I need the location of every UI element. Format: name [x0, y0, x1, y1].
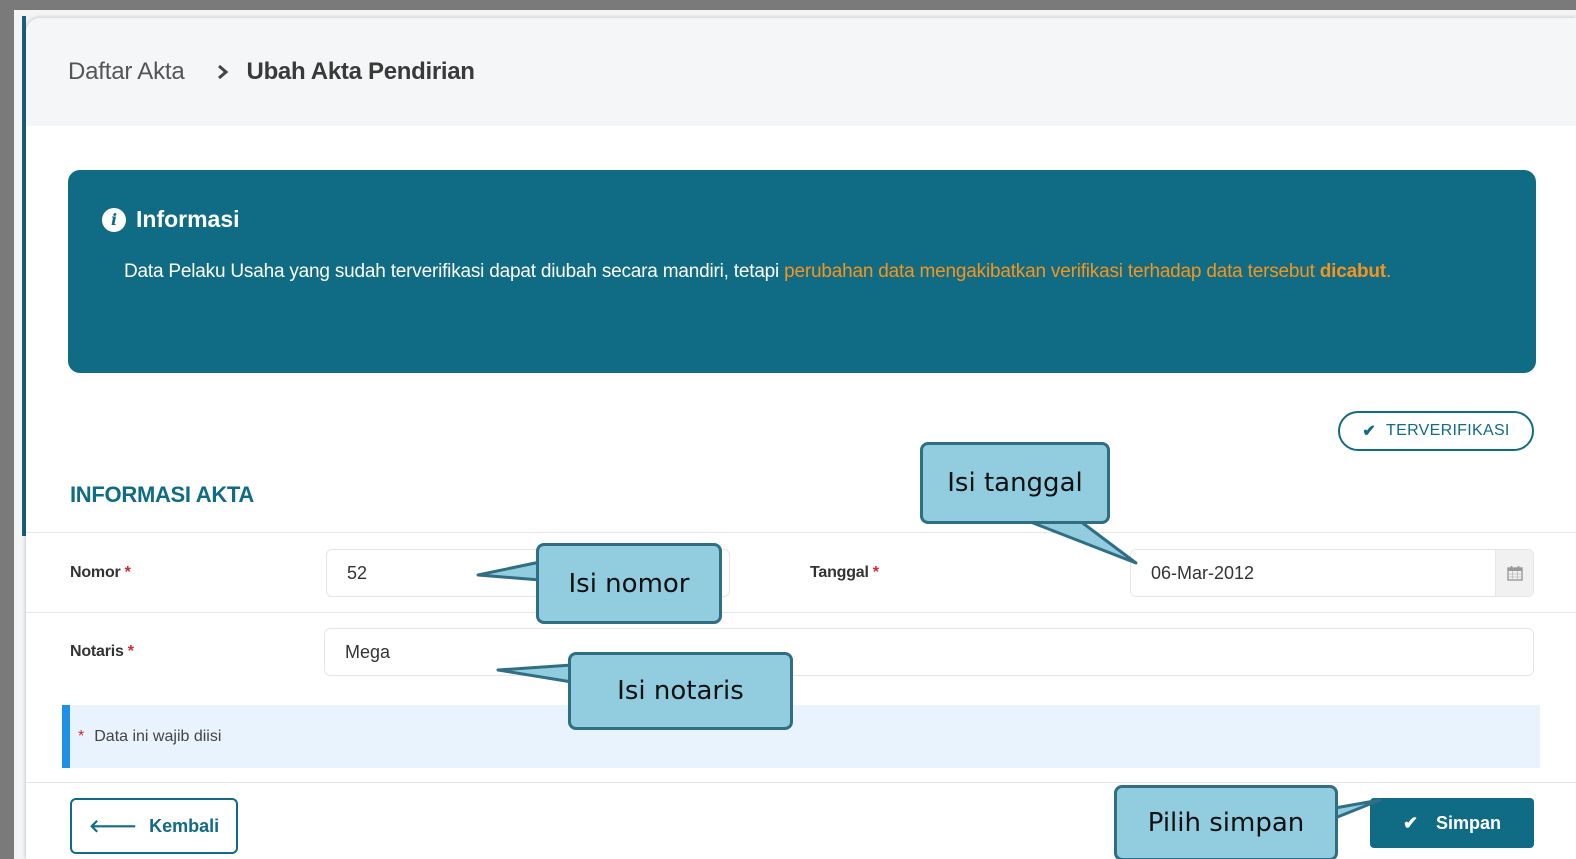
required-star: *	[78, 727, 85, 745]
back-button[interactable]: 🡐 Kembali	[70, 798, 238, 854]
page-header: Daftar Akta Ubah Akta Pendirian	[26, 18, 1576, 126]
check-icon: ✔	[1362, 423, 1377, 440]
info-text-warning: perubahan data mengakibatkan verifikasi …	[784, 261, 1320, 282]
breadcrumb-parent-link[interactable]: Daftar Akta	[68, 58, 185, 86]
calendar-icon[interactable]	[1495, 550, 1533, 596]
callout-nomor: Isi nomor	[536, 543, 722, 624]
divider	[26, 532, 1576, 533]
info-alert-title: i Informasi	[102, 206, 240, 233]
info-alert-text: Data Pelaku Usaha yang sudah terverifika…	[124, 256, 1484, 287]
required-fields-note: * Data ini wajib diisi	[62, 705, 1540, 768]
required-star: *	[127, 643, 134, 660]
required-star: *	[124, 564, 131, 581]
tanggal-label: Tanggal *	[810, 564, 879, 582]
divider	[26, 782, 1576, 783]
tanggal-label-text: Tanggal	[810, 564, 869, 581]
info-circle-icon: i	[102, 207, 126, 232]
nomor-label: Nomor *	[70, 564, 131, 582]
edit-deed-panel: Daftar Akta Ubah Akta Pendirian i Inform…	[26, 18, 1576, 859]
info-alert-title-text: Informasi	[136, 206, 240, 232]
save-button-label: Simpan	[1436, 812, 1502, 833]
verified-status-label: TERVERIFIKASI	[1386, 422, 1510, 439]
info-text-end: .	[1385, 261, 1392, 282]
notaris-label-text: Notaris	[70, 643, 124, 660]
notaris-input[interactable]	[324, 628, 1534, 676]
notaris-label: Notaris *	[70, 643, 134, 661]
tanggal-input[interactable]	[1131, 550, 1497, 596]
section-title: INFORMASI AKTA	[70, 482, 255, 507]
breadcrumb-current: Ubah Akta Pendirian	[246, 58, 475, 85]
callout-tanggal: Isi tanggal	[920, 442, 1110, 524]
info-text-normal: Data Pelaku Usaha yang sudah terverifika…	[124, 261, 785, 282]
check-icon: ✔	[1402, 812, 1419, 833]
info-text-warning-bold: dicabut	[1319, 261, 1386, 282]
divider	[26, 612, 1576, 613]
back-button-label: Kembali	[149, 815, 220, 836]
verified-status-badge: ✔ TERVERIFIKASI	[1338, 411, 1534, 451]
required-note-text: Data ini wajib diisi	[94, 727, 222, 745]
callout-notaris: Isi notaris	[568, 652, 793, 730]
nomor-label-text: Nomor	[70, 564, 121, 581]
required-star: *	[872, 564, 879, 581]
tanggal-date-picker	[1130, 549, 1534, 597]
arrow-left-icon: 🡐	[88, 815, 138, 836]
save-button[interactable]: ✔ Simpan	[1370, 798, 1534, 848]
callout-simpan: Pilih simpan	[1114, 785, 1338, 859]
breadcrumb: Daftar Akta Ubah Akta Pendirian	[68, 58, 475, 86]
chevron-right-icon	[217, 65, 229, 79]
info-alert: i Informasi Data Pelaku Usaha yang sudah…	[68, 170, 1536, 373]
